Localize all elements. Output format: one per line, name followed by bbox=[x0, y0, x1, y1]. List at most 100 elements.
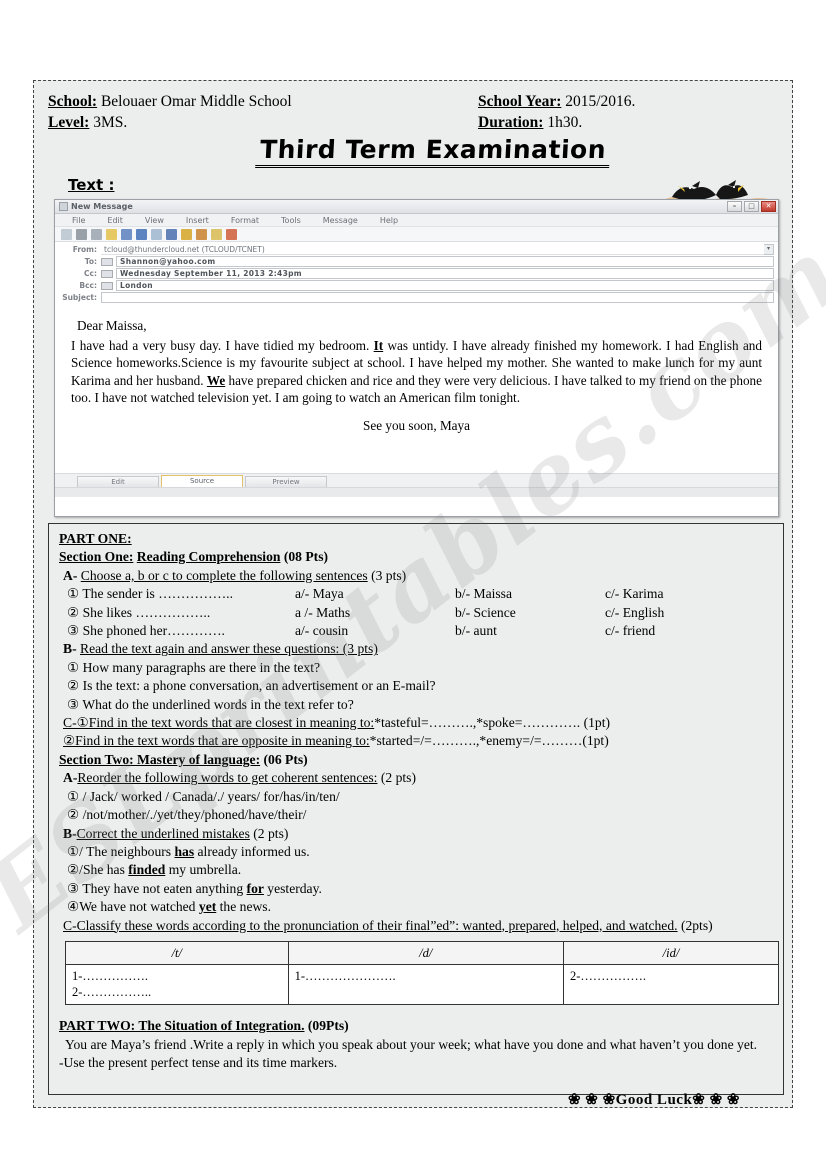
copy-icon[interactable] bbox=[91, 228, 102, 240]
correction-post: already informed us. bbox=[194, 843, 310, 859]
tab-source[interactable]: Source bbox=[161, 475, 243, 487]
school-field: School: Belouaer Omar Middle School bbox=[48, 91, 478, 112]
answer-blank[interactable]: 2-……………. bbox=[570, 968, 772, 984]
mcq-option-c[interactable]: c/- friend bbox=[605, 622, 655, 640]
mcq-option-c[interactable]: c/- English bbox=[605, 604, 664, 622]
to-input[interactable]: Shannon@yahoo.com bbox=[116, 256, 774, 267]
mcq-option-a[interactable]: a/- cousin bbox=[295, 622, 455, 640]
mcq-option-c[interactable]: c/- Karima bbox=[605, 585, 664, 603]
answer-blank[interactable]: 1-……………. bbox=[72, 968, 282, 984]
message-body[interactable]: Dear Maissa, I have had a very busy day.… bbox=[55, 305, 778, 473]
section-two-task-a-heading: A-Reorder the following words to get coh… bbox=[59, 769, 775, 787]
correction-item: ④We have not watched yet the news. bbox=[59, 898, 775, 916]
minimize-button[interactable]: – bbox=[727, 201, 742, 212]
header-row-two: Level: 3MS. Duration: 1h30. bbox=[48, 112, 778, 133]
mcq-option-b[interactable]: b/- aunt bbox=[455, 622, 605, 640]
answer-cell-d[interactable]: 1-…………………. bbox=[287, 964, 564, 1006]
cut-icon[interactable] bbox=[76, 228, 87, 240]
menu-bar[interactable]: File Edit View Insert Format Tools Messa… bbox=[55, 214, 778, 227]
menu-item-insert[interactable]: Insert bbox=[175, 216, 220, 225]
menu-item-message[interactable]: Message bbox=[312, 216, 369, 225]
school-year-field: School Year: 2015/2016. bbox=[478, 91, 758, 112]
cc-input[interactable]: Wednesday September 11, 2013 2:43pm bbox=[116, 268, 774, 279]
table-header-row: /t/ /d/ /id/ bbox=[65, 940, 780, 966]
to-field-row[interactable]: To: Shannon@yahoo.com bbox=[59, 256, 774, 267]
new-message-window[interactable]: New Message – □ ✕ File Edit View Insert … bbox=[54, 199, 779, 517]
menu-item-view[interactable]: View bbox=[134, 216, 175, 225]
answer-cell-id[interactable]: 2-……………. bbox=[562, 964, 780, 1006]
task-c-line-two: ②Find in the text words that are opposit… bbox=[59, 732, 775, 750]
mcq-number: ① bbox=[67, 586, 80, 602]
task-c-antonyms-blanks: *started=/=……….,*enemy=/=………(1pt) bbox=[369, 733, 609, 749]
bcc-field-row[interactable]: Bcc: London bbox=[59, 280, 774, 291]
mcq-option-a[interactable]: a /- Maths bbox=[295, 604, 455, 622]
answer-cell-t[interactable]: 1-……………. 2-…………….. bbox=[65, 964, 289, 1006]
check-names-icon[interactable] bbox=[136, 228, 147, 240]
tab-preview[interactable]: Preview bbox=[245, 476, 327, 487]
reorder-text: / Jack/ worked / Canada/./ years/ for/ha… bbox=[82, 788, 340, 804]
close-button[interactable]: ✕ bbox=[761, 201, 776, 212]
from-dropdown-icon[interactable]: ▾ bbox=[764, 244, 774, 255]
menu-item-format[interactable]: Format bbox=[220, 216, 270, 225]
mcq-option-b[interactable]: b/- Science bbox=[455, 604, 605, 622]
level-value: 3MS. bbox=[93, 114, 128, 131]
school-year-value: 2015/2016. bbox=[565, 93, 636, 110]
bcc-address-book-icon[interactable] bbox=[101, 281, 113, 290]
bcc-input[interactable]: London bbox=[116, 280, 774, 291]
answer-blank[interactable]: 2-…………….. bbox=[72, 984, 282, 1000]
maximize-button[interactable]: □ bbox=[744, 201, 759, 212]
offline-icon[interactable] bbox=[226, 228, 237, 240]
correction-number: ①/ bbox=[67, 843, 83, 859]
task-a-heading: A- Choose a, b or c to complete the foll… bbox=[59, 567, 775, 585]
menu-item-help[interactable]: Help bbox=[369, 216, 409, 225]
mcq-question: ③ She phoned her…………. bbox=[67, 622, 295, 640]
subject-field-row[interactable]: Subject: bbox=[59, 292, 774, 303]
school-value: Belouaer Omar Middle School bbox=[100, 93, 292, 110]
subject-input[interactable] bbox=[101, 292, 774, 303]
mcq-number: ③ bbox=[67, 623, 80, 639]
answer-blank[interactable]: 1-…………………. bbox=[295, 968, 557, 984]
encrypt-icon[interactable] bbox=[211, 228, 222, 240]
task-c-synonyms-lead: C-①Find in the text words that are close… bbox=[63, 715, 375, 731]
send-icon[interactable] bbox=[61, 228, 72, 240]
correction-post: the news. bbox=[216, 899, 271, 915]
cc-address-book-icon[interactable] bbox=[101, 269, 113, 278]
spelling-icon[interactable] bbox=[151, 228, 162, 240]
correction-item: ①/ The neighbours has already informed u… bbox=[59, 843, 775, 861]
cc-label: Cc: bbox=[84, 269, 97, 278]
paste-icon[interactable] bbox=[106, 228, 117, 240]
message-header-fields[interactable]: From: tcloud@thundercloud.net (TCLOUD/TC… bbox=[55, 242, 778, 305]
menu-item-tools[interactable]: Tools bbox=[270, 216, 312, 225]
cc-field-row[interactable]: Cc: Wednesday September 11, 2013 2:43pm bbox=[59, 268, 774, 279]
toolbar[interactable] bbox=[55, 227, 778, 242]
editor-tabs[interactable]: Edit Source Preview bbox=[55, 473, 778, 487]
mcq-option-a[interactable]: a/- Maya bbox=[295, 585, 455, 603]
part-one-label: PART ONE: bbox=[59, 531, 132, 546]
section-two-task-a-points: (2 pts) bbox=[380, 770, 416, 786]
task-b-heading: B- Read the text again and answer these … bbox=[59, 640, 775, 658]
window-title-bar[interactable]: New Message – □ ✕ bbox=[55, 200, 778, 214]
menu-item-file[interactable]: File bbox=[61, 216, 96, 225]
undo-icon[interactable] bbox=[121, 228, 132, 240]
correction-post: my umbrella. bbox=[165, 862, 242, 878]
menu-item-edit[interactable]: Edit bbox=[96, 216, 134, 225]
school-label: School: bbox=[48, 93, 98, 110]
tab-edit[interactable]: Edit bbox=[77, 476, 159, 487]
exam-title-wrap: Third Term Examination bbox=[48, 135, 778, 168]
mcq-number: ② bbox=[67, 604, 80, 620]
good-luck-text: ❀ ❀ ❀Good Luck❀ ❀ ❀ bbox=[567, 1091, 740, 1108]
correction-item: ③ They have not eaten anything for yeste… bbox=[59, 880, 775, 898]
attach-icon[interactable] bbox=[166, 228, 177, 240]
window-controls[interactable]: – □ ✕ bbox=[727, 201, 776, 212]
mcq-row: ② She likes …………….. a /- Maths b/- Scien… bbox=[59, 604, 775, 622]
open-question: ① How many paragraphs are there in the t… bbox=[59, 659, 775, 677]
mcq-text: She likes …………….. bbox=[82, 604, 211, 620]
envelope-icon bbox=[59, 202, 68, 211]
mcq-row: ③ She phoned her…………. a/- cousin b/- aun… bbox=[59, 622, 775, 640]
mcq-option-b[interactable]: b/- Maissa bbox=[455, 585, 605, 603]
sign-icon[interactable] bbox=[196, 228, 207, 240]
underlined-word-it: It bbox=[373, 337, 384, 353]
to-address-book-icon[interactable] bbox=[101, 257, 113, 266]
from-value: tcloud@thundercloud.net (TCLOUD/TCNET) bbox=[101, 244, 764, 255]
priority-icon[interactable] bbox=[181, 228, 192, 240]
